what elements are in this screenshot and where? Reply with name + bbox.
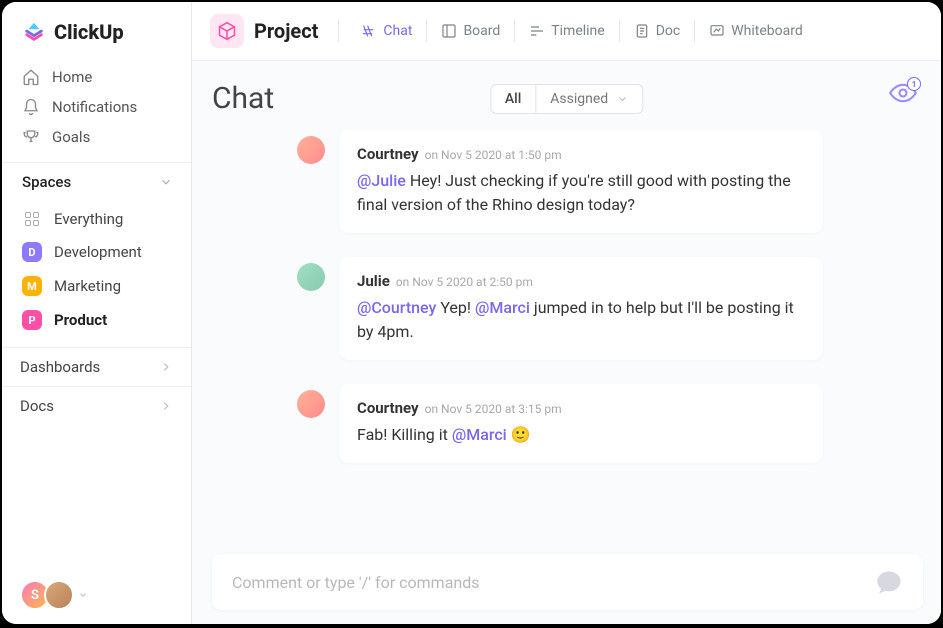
chevron-down-icon <box>159 175 173 189</box>
sidebar: ClickUp Home Notifications Goals Spaces … <box>2 2 192 624</box>
message-author: Julie <box>357 272 390 290</box>
message-list: Courtney on Nov 5 2020 at 1:50 pm @Julie H… <box>212 130 923 554</box>
nav-goals[interactable]: Goals <box>2 122 191 152</box>
message-card: Julie on Nov 5 2020 at 2:50 pm @Courtney Y… <box>339 257 823 360</box>
space-label: Product <box>54 311 107 329</box>
message-card: Courtney on Nov 5 2020 at 1:50 pm @Julie H… <box>339 130 823 233</box>
message-author: Courtney <box>357 399 419 417</box>
tab-board[interactable]: Board <box>433 19 508 43</box>
comment-icon[interactable] <box>875 568 903 596</box>
composer <box>212 554 923 610</box>
nav-goals-label: Goals <box>52 128 90 146</box>
message-time: on Nov 5 2020 at 1:50 pm <box>425 148 562 162</box>
sidebar-docs[interactable]: Docs <box>2 386 191 425</box>
space-item-development[interactable]: D Development <box>2 235 191 269</box>
primary-nav: Home Notifications Goals <box>2 58 191 162</box>
mention[interactable]: @Marci <box>475 298 530 317</box>
message-avatar[interactable] <box>297 136 325 164</box>
nav-home[interactable]: Home <box>2 62 191 92</box>
sidebar-dashboards-label: Dashboards <box>20 358 100 376</box>
message-body: @Courtney Yep! @Marci jumped in to help … <box>357 296 805 344</box>
avatar-other <box>44 580 74 610</box>
trophy-icon <box>22 128 40 146</box>
message-avatar[interactable] <box>297 263 325 291</box>
tab-whiteboard[interactable]: Whiteboard <box>701 19 811 43</box>
space-badge: D <box>22 242 42 262</box>
sidebar-dashboards[interactable]: Dashboards <box>2 347 191 386</box>
message-time: on Nov 5 2020 at 3:15 pm <box>425 402 562 416</box>
timeline-icon <box>529 23 545 39</box>
chevron-down-icon <box>78 590 88 600</box>
spaces-header[interactable]: Spaces <box>2 162 191 201</box>
composer-input[interactable] <box>232 573 875 592</box>
space-badge: M <box>22 276 42 296</box>
project-icon[interactable] <box>210 14 244 48</box>
space-item-marketing[interactable]: M Marketing <box>2 269 191 303</box>
logo-icon <box>22 20 46 44</box>
topbar: Project Chat Board Timeline Doc Whiteboard <box>192 2 941 61</box>
message-avatar[interactable] <box>297 390 325 418</box>
space-item-product[interactable]: P Product <box>2 303 191 337</box>
space-label: Marketing <box>54 277 121 295</box>
chevron-right-icon <box>159 399 173 413</box>
chat-icon <box>361 23 377 39</box>
sidebar-docs-label: Docs <box>20 397 54 415</box>
project-title: Project <box>254 19 318 43</box>
message-time: on Nov 5 2020 at 2:50 pm <box>396 275 533 289</box>
nav-home-label: Home <box>52 68 92 86</box>
message-body: Fab! Killing it @Marci 🙂 <box>357 423 805 447</box>
spaces-header-label: Spaces <box>22 173 71 191</box>
main-area: Project Chat Board Timeline Doc Whiteboard C… <box>192 2 941 624</box>
brand-logo[interactable]: ClickUp <box>2 2 191 58</box>
message-author: Courtney <box>357 145 419 163</box>
mention[interactable]: @Courtney <box>357 298 436 317</box>
doc-icon <box>634 23 650 39</box>
message-body: @Julie Hey! Just checking if you're stil… <box>357 169 805 217</box>
space-label: Development <box>54 243 142 261</box>
message-row: Courtney on Nov 5 2020 at 3:15 pm Fab! Kil… <box>297 384 823 463</box>
nav-notifications[interactable]: Notifications <box>2 92 191 122</box>
tab-timeline[interactable]: Timeline <box>521 19 612 43</box>
space-badge: P <box>22 310 42 330</box>
tab-doc[interactable]: Doc <box>626 19 689 43</box>
filter-all[interactable]: All <box>491 85 536 113</box>
mention[interactable]: @Marci <box>452 425 507 444</box>
home-icon <box>22 68 40 86</box>
message-card: Courtney on Nov 5 2020 at 3:15 pm Fab! Kil… <box>339 384 823 463</box>
chat-title: Chat <box>212 81 274 116</box>
whiteboard-icon <box>709 23 725 39</box>
chevron-down-icon <box>616 93 628 105</box>
grid-icon <box>22 212 42 226</box>
message-row: Julie on Nov 5 2020 at 2:50 pm @Courtney Y… <box>297 257 823 360</box>
spaces-list: Everything D Development M Marketing P Product <box>2 201 191 347</box>
bell-icon <box>22 98 40 116</box>
cube-icon <box>217 21 237 41</box>
separator <box>338 20 339 42</box>
sidebar-footer[interactable]: S <box>2 566 191 624</box>
watchers-button[interactable]: 1 <box>889 83 917 107</box>
mention[interactable]: @Julie <box>357 171 406 190</box>
watchers-count: 1 <box>907 77 921 91</box>
space-item-everything[interactable]: Everything <box>2 203 191 235</box>
board-icon <box>441 23 457 39</box>
avatar-stack: S <box>20 580 68 610</box>
nav-notifications-label: Notifications <box>52 98 137 116</box>
chat-filter: All Assigned <box>490 84 643 114</box>
space-label: Everything <box>54 210 123 228</box>
message-row: Courtney on Nov 5 2020 at 1:50 pm @Julie H… <box>297 130 823 233</box>
chat-view: Chat All Assigned 1 Courtney on Nov 5 202… <box>192 61 941 624</box>
tab-chat[interactable]: Chat <box>353 19 420 43</box>
chevron-right-icon <box>159 360 173 374</box>
filter-assigned[interactable]: Assigned <box>536 85 642 113</box>
brand-name: ClickUp <box>54 20 124 44</box>
